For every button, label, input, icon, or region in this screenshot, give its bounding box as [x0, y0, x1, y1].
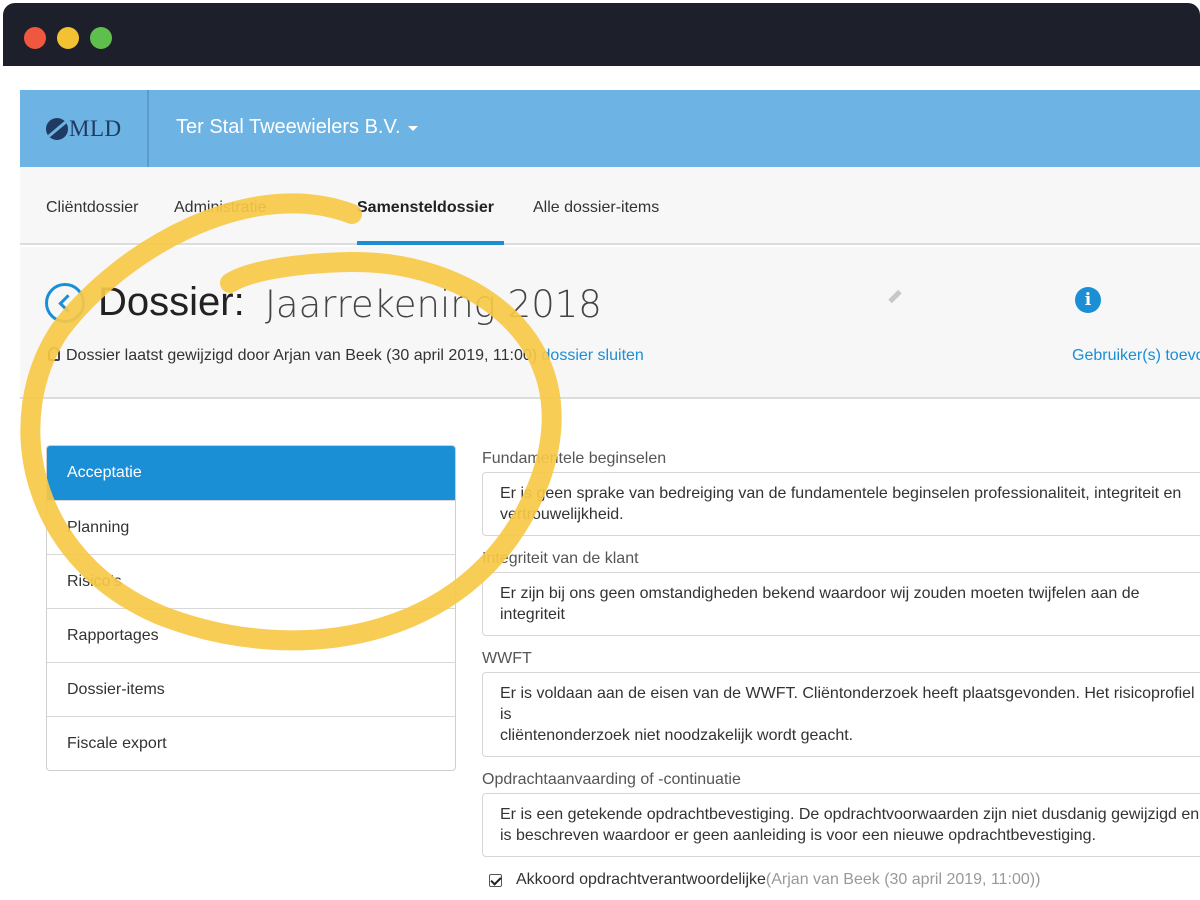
approval-row: Akkoord opdrachtverantwoordelijke (Arjan … [482, 871, 1200, 889]
side-menu-item-fiscale-export[interactable]: Fiscale export [47, 716, 455, 770]
dossier-header: Dossier: Jaarrekening 2018 i Dossier laa… [20, 247, 1200, 399]
approval-label: Akkoord opdrachtverantwoordelijke [516, 871, 766, 888]
side-menu-item-risicos[interactable]: Risico's [47, 554, 455, 608]
page-title: Jaarrekening 2018 [265, 283, 602, 326]
side-menu-item-rapportages[interactable]: Rapportages [47, 608, 455, 662]
pencil-edit-icon[interactable] [888, 289, 902, 304]
nav-divider [147, 90, 149, 167]
dossier-meta: Dossier laatst gewijzigd door Arjan van … [48, 347, 644, 365]
field-label: Fundamentele beginselen [482, 450, 667, 467]
side-menu-item-dossier-items[interactable]: Dossier-items [47, 662, 455, 716]
logo-text: MLD [69, 116, 122, 141]
logo-mark-icon [46, 118, 68, 140]
tab-alle-dossier-items[interactable]: Alle dossier-items [533, 199, 659, 217]
field-label: Opdrachtaanvaarding of -continuatie [482, 771, 741, 788]
back-arrow-icon[interactable] [45, 283, 85, 323]
page-title-prefix: Dossier: [98, 280, 245, 324]
dossier-tabs: Cliëntdossier Administratie Samensteldos… [20, 167, 1200, 245]
caret-down-icon [407, 126, 418, 131]
fundamentele-beginselen-field[interactable]: Er is geen sprake van bedreiging van de … [482, 472, 1200, 536]
close-window-dot[interactable] [24, 27, 46, 49]
acceptance-form: Fundamentele beginselen Er is geen sprak… [482, 445, 1200, 889]
company-selector[interactable]: Ter Stal Tweewielers B.V. [176, 116, 418, 139]
approval-checkbox[interactable] [489, 873, 502, 887]
tab-administratie[interactable]: Administratie [174, 199, 266, 217]
user-icon [48, 347, 60, 361]
wwft-field[interactable]: Er is voldaan aan de eisen van de WWFT. … [482, 672, 1200, 757]
approval-meta: (Arjan van Beek (30 april 2019, 11:00)) [765, 871, 1041, 888]
mld-logo[interactable]: MLD [46, 116, 122, 141]
opdrachtaanvaarding-field[interactable]: Er is een getekende opdrachtbevestiging.… [482, 793, 1200, 857]
tab-samensteldossier[interactable]: Samensteldossier [357, 199, 494, 217]
side-menu-item-acceptatie[interactable]: Acceptatie [47, 446, 455, 500]
minimize-window-dot[interactable] [57, 27, 79, 49]
top-navigation-bar: MLD Ter Stal Tweewielers B.V. [20, 90, 1200, 167]
field-label: Integriteit van de klant [482, 550, 639, 567]
add-users-link[interactable]: Gebruiker(s) toevoegen [1072, 347, 1200, 365]
tab-clientdossier[interactable]: Cliëntdossier [46, 199, 138, 217]
close-dossier-link[interactable]: dossier sluiten [542, 347, 644, 364]
maximize-window-dot[interactable] [90, 27, 112, 49]
side-menu: Acceptatie Planning Risico's Rapportages… [46, 445, 456, 771]
dossier-modified-text: Dossier laatst gewijzigd door Arjan van … [66, 347, 538, 364]
active-tab-indicator [357, 241, 504, 245]
field-label: WWFT [482, 650, 532, 667]
info-icon[interactable]: i [1075, 287, 1101, 313]
side-menu-item-planning[interactable]: Planning [47, 500, 455, 554]
company-name: Ter Stal Tweewielers B.V. [176, 116, 401, 138]
window-titlebar [3, 3, 1200, 66]
integriteit-klant-field[interactable]: Er zijn bij ons geen omstandigheden beke… [482, 572, 1200, 636]
